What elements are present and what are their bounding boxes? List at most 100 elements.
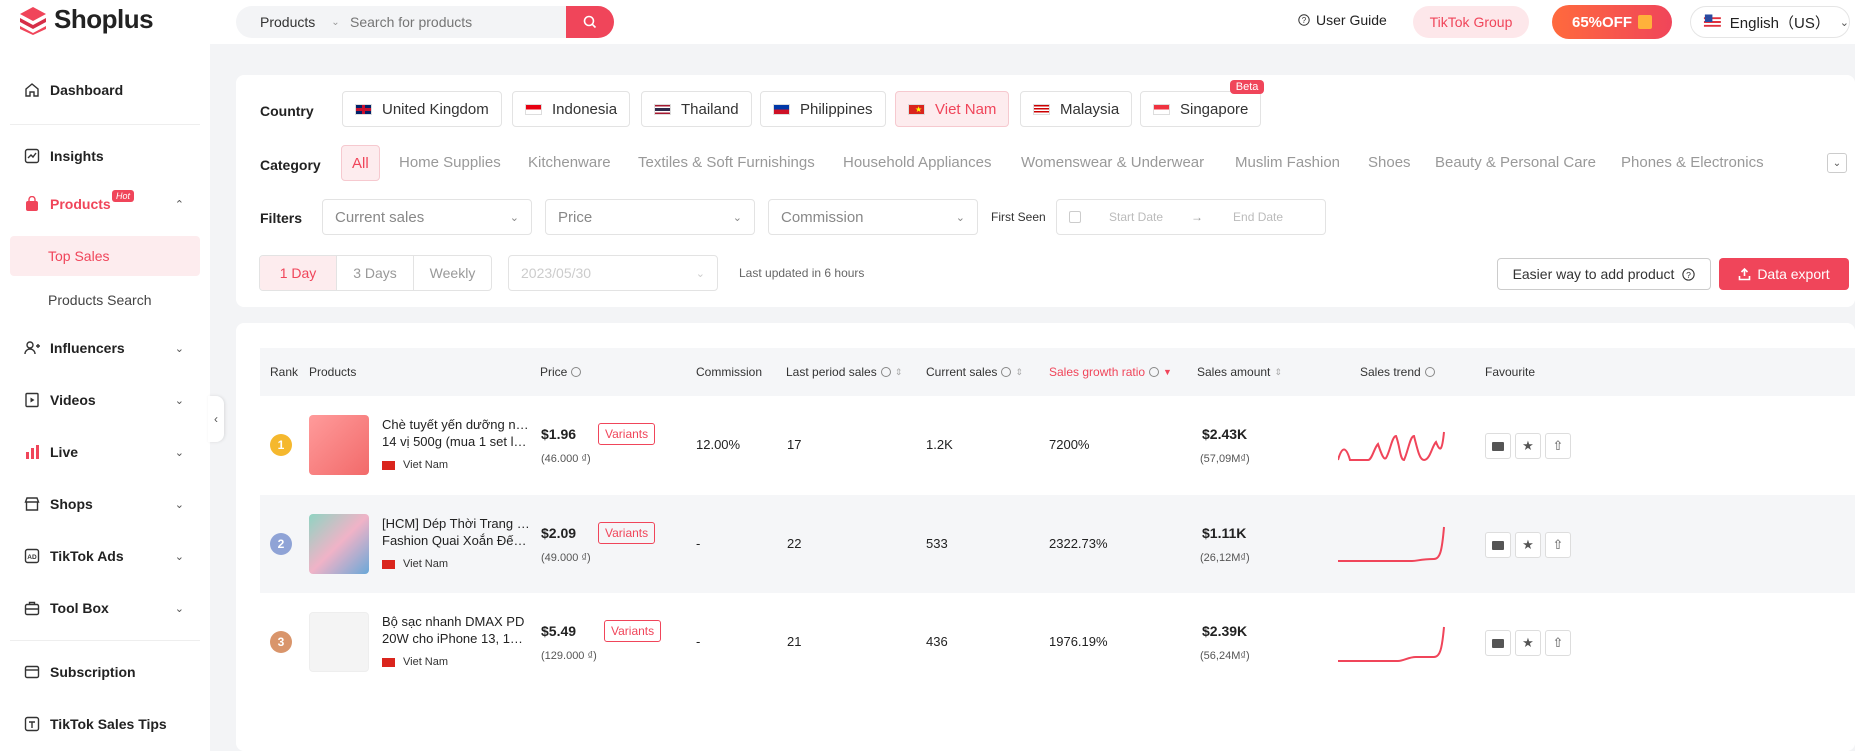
favourite-button[interactable]: ★ <box>1515 630 1541 656</box>
current-sales-select[interactable]: Current sales ⌄ <box>322 199 532 235</box>
promo-badge[interactable]: 65%OFF <box>1552 5 1672 39</box>
period-selector: 1 Day 3 Days Weekly <box>259 255 492 291</box>
product-name[interactable]: [HCM] Dép Thời Trang Nữ Fashion Quai Xoắ… <box>382 515 530 549</box>
country-option-singapore[interactable]: Singapore Beta <box>1140 80 1265 127</box>
header-sales-amount[interactable]: Sales amount ⇕ <box>1197 365 1282 379</box>
country-option-indonesia[interactable]: Indonesia <box>512 91 631 127</box>
search-scope-select[interactable]: Products ⌄ <box>236 14 340 30</box>
date-select[interactable]: 2023/05/30 ⌄ <box>508 255 718 291</box>
favourite-button[interactable]: ★ <box>1515 433 1541 459</box>
sidebar-item-tiktok-ads[interactable]: AD TikTok Ads ⌄ <box>24 548 184 564</box>
share-button[interactable]: ⇧ <box>1545 433 1571 459</box>
share-button[interactable]: ⇧ <box>1545 532 1571 558</box>
date-range-picker[interactable]: Start Date → End Date <box>1056 199 1326 235</box>
variants-button[interactable]: Variants <box>598 423 656 445</box>
category-beauty[interactable]: Beauty & Personal Care <box>1435 154 1596 171</box>
category-home-supplies[interactable]: Home Supplies <box>399 154 501 171</box>
vietnam-flag-icon <box>382 460 395 470</box>
search-button[interactable] <box>566 6 614 38</box>
table-row[interactable]: 1 Chè tuyết yến dưỡng nhan 14 vị 500g (m… <box>260 396 1855 494</box>
category-all[interactable]: All <box>341 145 380 181</box>
header-sales-growth-ratio[interactable]: Sales growth ratio ▼ <box>1049 365 1172 379</box>
variants-button[interactable]: Variants <box>604 620 662 642</box>
last-period-sales-value: 17 <box>787 437 802 452</box>
sidebar-item-influencers[interactable]: Influencers ⌄ <box>24 340 184 356</box>
sidebar-item-live[interactable]: Live ⌄ <box>24 444 184 460</box>
sidebar-collapse-button[interactable]: ‹ <box>208 396 224 442</box>
share-button[interactable]: ⇧ <box>1545 630 1571 656</box>
country-option-uk[interactable]: United Kingdom <box>342 91 502 127</box>
sidebar-item-insights[interactable]: Insights <box>24 148 184 164</box>
sidebar: Dashboard Insights Products ⌃ Hot Top Sa… <box>0 44 210 751</box>
user-guide-link[interactable]: ? User Guide <box>1298 12 1387 28</box>
calendar-icon <box>1069 211 1081 223</box>
end-date-input[interactable]: End Date <box>1233 210 1283 224</box>
category-womenswear[interactable]: Womenswear & Underwear <box>1021 154 1204 171</box>
current-sales-value: 533 <box>926 536 948 551</box>
sidebar-item-shops[interactable]: Shops ⌄ <box>24 496 184 512</box>
country-option-viet-nam[interactable]: ★ Viet Nam <box>895 91 1010 127</box>
sidebar-item-label: Tool Box <box>50 600 109 616</box>
category-household-appliances[interactable]: Household Appliances <box>843 154 991 171</box>
sidebar-item-videos[interactable]: Videos ⌄ <box>24 392 184 408</box>
language-select[interactable]: English（US） ⌄ <box>1690 6 1850 38</box>
sidebar-item-subscription[interactable]: Subscription <box>24 664 184 680</box>
video-icon <box>25 392 39 408</box>
compare-button[interactable] <box>1485 630 1511 656</box>
data-export-button[interactable]: Data export <box>1719 258 1849 290</box>
price-select[interactable]: Price ⌄ <box>545 199 755 235</box>
header-current-sales[interactable]: Current sales ⇕ <box>926 365 1023 379</box>
tiktok-group-button[interactable]: TikTok Group <box>1413 6 1529 38</box>
favourite-button[interactable]: ★ <box>1515 532 1541 558</box>
start-date-input[interactable]: Start Date <box>1109 210 1163 224</box>
category-shoes[interactable]: Shoes <box>1368 154 1411 171</box>
category-expand-button[interactable]: ⌄ <box>1827 153 1847 173</box>
sales-trend-sparkline <box>1338 526 1445 562</box>
sidebar-item-tool-box[interactable]: Tool Box ⌄ <box>24 600 184 616</box>
variants-button[interactable]: Variants <box>598 522 656 544</box>
info-icon <box>1149 367 1160 377</box>
date-value: 2023/05/30 <box>521 265 592 281</box>
sales-growth-value: 1976.19% <box>1049 634 1108 649</box>
compare-button[interactable] <box>1485 532 1511 558</box>
header-commission: Commission <box>696 365 763 379</box>
compare-button[interactable] <box>1485 433 1511 459</box>
thailand-flag-icon <box>654 103 671 115</box>
sidebar-item-dashboard[interactable]: Dashboard <box>24 82 184 98</box>
product-name[interactable]: Bộ sạc nhanh DMAX PD 20W cho iPhone 13, … <box>382 613 530 647</box>
product-thumbnail[interactable] <box>309 612 369 672</box>
chevron-down-icon: ⌄ <box>174 394 184 407</box>
sidebar-item-products-search[interactable]: Products Search <box>48 292 152 308</box>
card-icon <box>24 665 40 679</box>
toolbox-icon <box>24 601 40 616</box>
category-kitchenware[interactable]: Kitchenware <box>528 154 611 171</box>
period-weekly[interactable]: Weekly <box>414 256 491 290</box>
info-icon <box>880 367 891 377</box>
product-thumbnail[interactable] <box>309 514 369 574</box>
chevron-down-icon: ⌄ <box>695 267 705 280</box>
sidebar-item-tiktok-sales-tips[interactable]: TikTok Sales Tips <box>24 716 184 732</box>
sidebar-item-top-sales[interactable]: Top Sales <box>48 248 109 264</box>
header-last-period-sales[interactable]: Last period sales ⇕ <box>786 365 902 379</box>
product-thumbnail[interactable] <box>309 415 369 475</box>
table-row[interactable]: 2 [HCM] Dép Thời Trang Nữ Fashion Quai X… <box>260 495 1855 593</box>
upload-icon: ⇧ <box>1552 537 1564 552</box>
period-3-days[interactable]: 3 Days <box>337 256 414 290</box>
sales-trend-sparkline <box>1338 626 1445 662</box>
table-row[interactable]: 3 Bộ sạc nhanh DMAX PD 20W cho iPhone 13… <box>260 593 1855 691</box>
category-phones[interactable]: Phones & Electronics <box>1621 154 1764 171</box>
current-sales-value: 1.2K <box>926 437 953 452</box>
country-option-philippines[interactable]: Philippines <box>760 91 886 127</box>
category-muslim-fashion[interactable]: Muslim Fashion <box>1235 154 1340 171</box>
country-option-thailand[interactable]: Thailand <box>641 91 752 127</box>
product-name[interactable]: Chè tuyết yến dưỡng nhan 14 vị 500g (mua… <box>382 416 530 450</box>
easier-way-button[interactable]: Easier way to add product ? <box>1497 258 1711 290</box>
category-textiles[interactable]: Textiles & Soft Furnishings <box>638 154 815 171</box>
search-input[interactable] <box>336 6 566 38</box>
chevron-down-icon: ⌄ <box>174 602 184 615</box>
sidebar-item-products[interactable]: Products ⌃ <box>24 196 184 212</box>
country-option-malaysia[interactable]: Malaysia <box>1020 91 1133 127</box>
brand-logo[interactable]: Shoplus <box>18 4 154 35</box>
commission-select[interactable]: Commission ⌄ <box>768 199 978 235</box>
period-1-day[interactable]: 1 Day <box>260 256 337 290</box>
